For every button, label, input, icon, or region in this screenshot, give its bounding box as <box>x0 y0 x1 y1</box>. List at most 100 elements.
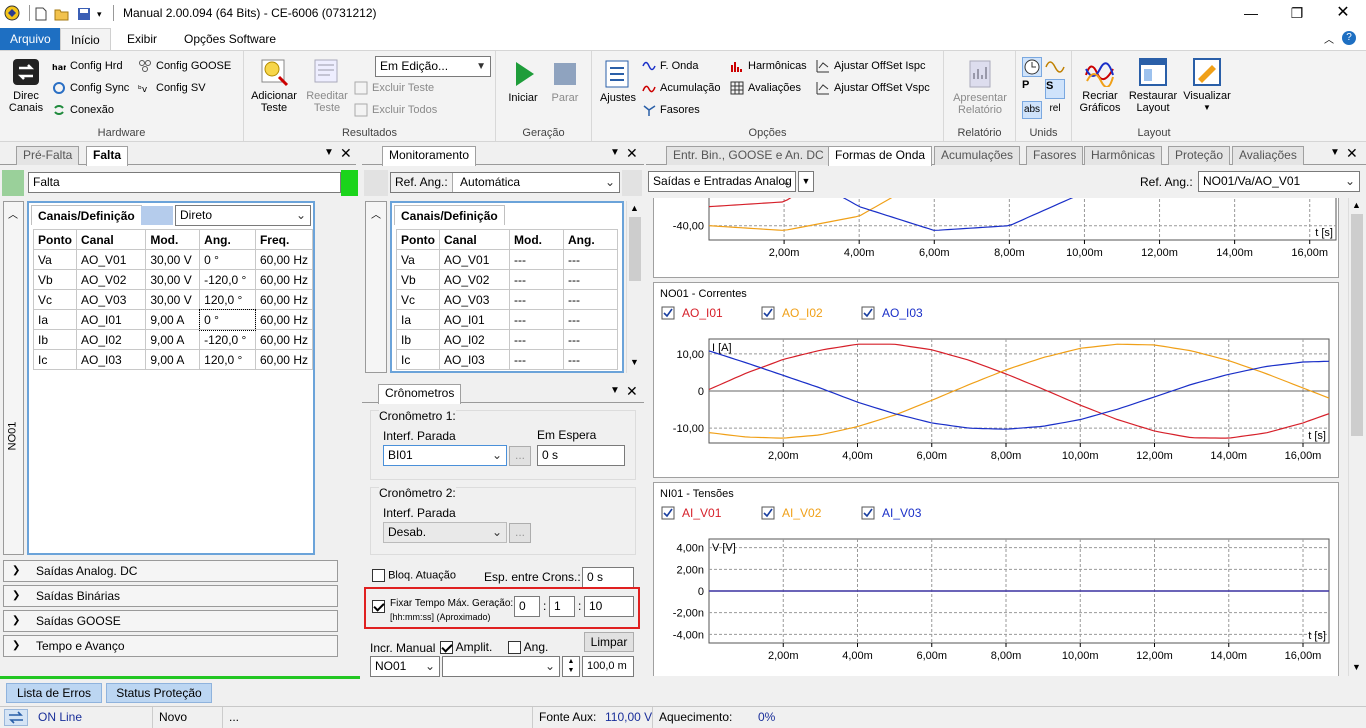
menu-exibir[interactable]: Exibir <box>117 28 167 50</box>
secondary-icon[interactable]: S <box>1045 79 1065 99</box>
table-cell[interactable]: AO_V02 <box>439 269 510 290</box>
ajustes-button[interactable]: Ajustes <box>598 59 638 104</box>
close-icon[interactable]: ✕ <box>1346 145 1358 162</box>
tab-status-protecao[interactable]: Status Proteção <box>106 683 212 703</box>
adicionar-teste-button[interactable]: Adicionar Teste <box>248 57 300 114</box>
monitor-sidebar[interactable]: ︿ <box>365 201 387 373</box>
scroll-down-icon[interactable]: ▼ <box>1352 662 1361 672</box>
table-cell[interactable]: --- <box>509 289 564 310</box>
excluir-teste-button[interactable]: Excluir Teste <box>354 79 434 97</box>
scroll-down-icon[interactable]: ▼ <box>630 357 639 367</box>
table-row[interactable]: Ib AO_I02 --- --- <box>396 329 618 350</box>
excluir-todos-button[interactable]: Excluir Todos <box>354 101 437 119</box>
table-cell[interactable]: Vb <box>396 269 440 290</box>
abs-toggle[interactable]: abs <box>1022 101 1042 119</box>
charts-scrollbar[interactable]: ▲ ▼ <box>1348 198 1364 676</box>
config-sv-button[interactable]: ᵇv Config SV <box>138 79 206 97</box>
table-row[interactable]: Ib AO_I02 9,00 A -120,0 ° 60,00 Hz <box>33 329 314 350</box>
table-cell[interactable]: 120,0 ° <box>199 349 256 370</box>
table-cell[interactable]: AO_I03 <box>439 349 510 370</box>
table-cell[interactable]: AO_V03 <box>439 289 510 310</box>
collapse-ribbon-icon[interactable]: ︿ <box>1324 31 1334 46</box>
edit-mode-select[interactable]: Em Edição... ▼ <box>375 56 491 77</box>
panel-menu-icon[interactable]: ▼ <box>610 385 620 396</box>
tab-protecao[interactable]: Proteção <box>1168 146 1231 165</box>
panel-menu-icon[interactable]: ▼ <box>1330 147 1340 158</box>
primary-icon[interactable]: P <box>1022 79 1042 99</box>
incr-channel-select[interactable]: ⌄ <box>442 656 560 677</box>
close-button[interactable]: ✕ <box>1320 0 1366 28</box>
table-cell[interactable]: --- <box>563 349 618 370</box>
table-cell[interactable]: AO_I01 <box>439 309 510 330</box>
chrono1-wait-input[interactable]: 0 s <box>537 445 625 466</box>
close-icon[interactable]: ✕ <box>340 145 352 162</box>
tab-harmonicas[interactable]: Harmônicas <box>1084 146 1163 165</box>
table-cell[interactable]: 60,00 Hz <box>254 349 314 370</box>
chrono1-interf-select[interactable]: BI01 ⌄ <box>383 445 507 466</box>
config-goose-button[interactable]: Config GOOSE <box>138 57 231 75</box>
tab-entr-bin[interactable]: Entr. Bin., GOOSE e An. DC <box>666 146 831 165</box>
table-cell[interactable]: --- <box>509 309 564 330</box>
table-cell[interactable]: 60,00 Hz <box>254 309 314 330</box>
table-cell[interactable]: 30,00 V <box>145 269 201 290</box>
legend-checkbox[interactable] <box>761 306 775 320</box>
table-cell[interactable]: AO_V01 <box>439 249 510 270</box>
config-sync-button[interactable]: Config Sync <box>52 79 129 97</box>
table-cell[interactable]: Ic <box>33 349 77 370</box>
table-cell[interactable]: 60,00 Hz <box>254 329 314 350</box>
maximize-button[interactable]: ❐ <box>1274 0 1320 28</box>
tab-canais-definicao-monitor[interactable]: Canais/Definição <box>394 205 505 225</box>
table-cell[interactable]: 9,00 A <box>145 349 201 370</box>
table-cell[interactable]: --- <box>509 349 564 370</box>
chevron-up-icon[interactable]: ︿ <box>8 206 18 221</box>
table-cell[interactable]: AO_V03 <box>75 289 147 310</box>
table-row[interactable]: Ic AO_I03 9,00 A 120,0 ° 60,00 Hz <box>33 349 314 370</box>
scroll-thumb[interactable] <box>629 217 641 281</box>
legend-checkbox[interactable] <box>661 506 675 520</box>
avaliacoes-button[interactable]: Avaliações <box>730 79 801 97</box>
recriar-graficos-button[interactable]: Recriar Gráficos <box>1074 57 1126 114</box>
close-icon[interactable]: ✕ <box>626 383 638 400</box>
reeditar-teste-button[interactable]: Reeditar Teste <box>302 57 352 114</box>
table-cell[interactable]: 60,00 Hz <box>254 269 314 290</box>
table-row[interactable]: Ia AO_I01 9,00 A0 ° 60,00 Hz <box>33 308 314 331</box>
accordion-saidas-goose[interactable]: ❯ Saídas GOOSE <box>3 610 338 632</box>
incr-node-select[interactable]: NO01 ⌄ <box>370 656 440 677</box>
acumulacao-button[interactable]: Acumulação <box>642 79 721 97</box>
tab-pre-falta[interactable]: Pré-Falta <box>16 146 80 165</box>
table-row[interactable]: Vc AO_V03 30,00 V 120,0 ° 60,00 Hz <box>33 289 314 310</box>
table-cell[interactable]: 0 ° <box>198 308 257 331</box>
visualizar-button[interactable]: Visualizar ▼ <box>1180 57 1234 114</box>
legend-checkbox[interactable] <box>861 506 875 520</box>
table-cell[interactable]: AO_I01 <box>75 309 147 330</box>
table-cell[interactable]: -120,0 ° <box>199 269 256 290</box>
table-cell[interactable]: 60,00 Hz <box>254 289 314 310</box>
table-cell[interactable]: 30,00 V <box>145 289 201 310</box>
table-cell[interactable]: Ia <box>396 309 440 330</box>
table-cell[interactable]: Ib <box>396 329 440 350</box>
table-cell[interactable]: Ic <box>396 349 440 370</box>
fixar-hours-input[interactable]: 0 <box>514 596 540 617</box>
accordion-tempo-e-avanco[interactable]: ❯ Tempo e Avanço <box>3 635 338 657</box>
tab-avaliacoes[interactable]: Avaliações <box>1232 146 1304 165</box>
f-onda-button[interactable]: F. Onda <box>642 57 699 75</box>
view-options-button[interactable]: ▼ <box>798 171 814 192</box>
table-cell[interactable]: 120,0 ° <box>199 289 256 310</box>
table-cell[interactable]: --- <box>509 249 564 270</box>
chrono1-more-button[interactable]: ... <box>509 446 531 466</box>
chrono2-interf-select[interactable]: Desab. ⌄ <box>383 522 507 543</box>
table-cell[interactable]: 0 ° <box>199 249 256 270</box>
menu-inicio[interactable]: Início <box>60 28 111 50</box>
fixar-seconds-input[interactable]: 10 <box>584 596 634 617</box>
table-cell[interactable]: --- <box>563 249 618 270</box>
monitor-scrollbar[interactable]: ▲ ▼ <box>626 201 642 373</box>
tab-falta[interactable]: Falta <box>86 146 129 166</box>
apresentar-relatorio-button[interactable]: Apresentar Relatório <box>948 59 1012 116</box>
minimize-button[interactable]: — <box>1228 0 1274 28</box>
close-icon[interactable]: ✕ <box>626 145 638 162</box>
connection-status-icon[interactable] <box>4 709 28 726</box>
bloq-atuacao-checkbox[interactable]: Bloq. Atuação <box>372 569 456 582</box>
ang-checkbox[interactable]: Ang. <box>508 640 548 655</box>
table-cell[interactable]: 9,00 A <box>145 309 201 330</box>
table-cell[interactable]: --- <box>563 309 618 330</box>
